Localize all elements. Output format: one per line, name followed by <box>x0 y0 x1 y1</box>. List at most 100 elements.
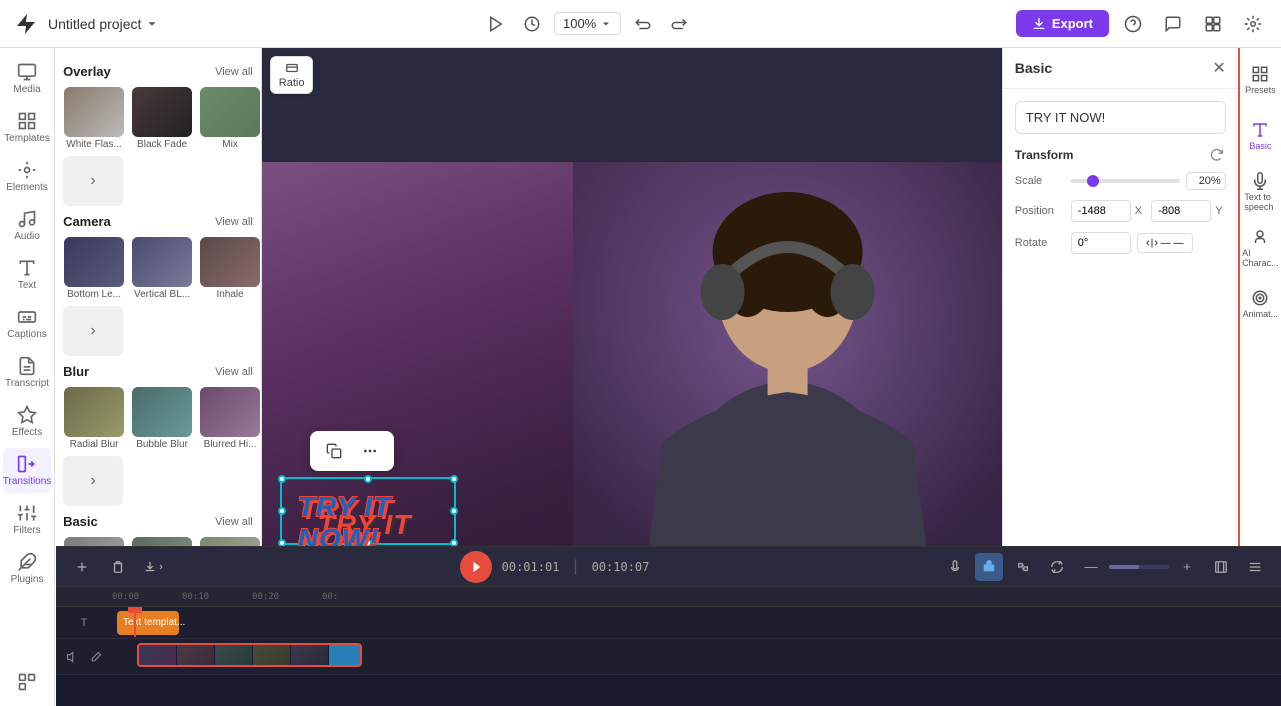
playback-controls: 100% <box>167 10 1007 38</box>
position-y-label: Y <box>1215 205 1222 217</box>
timeline-zoom-slider[interactable] <box>1109 565 1169 569</box>
overlay-view-all[interactable]: View all <box>215 66 253 78</box>
sidebar-item-plugins[interactable]: Plugins <box>3 546 51 591</box>
sidebar-item-text[interactable]: Text <box>3 252 51 297</box>
split-button[interactable] <box>1241 553 1269 581</box>
camera-grid: Bottom Le... Vertical BL... Inhale › <box>63 237 253 356</box>
sidebar-item-audio[interactable]: Audio <box>3 203 51 248</box>
sidebar-item-captions[interactable]: Captions <box>3 301 51 346</box>
loop-button[interactable] <box>1043 553 1071 581</box>
video-track-clip[interactable] <box>137 643 362 667</box>
zoom-in-button[interactable]: + <box>1173 553 1201 581</box>
zoom-value: 100% <box>563 16 596 31</box>
text-to-speech-button[interactable]: Text to speech <box>1242 166 1278 218</box>
more-options-button[interactable] <box>356 437 384 465</box>
text-track-icon[interactable]: T <box>81 617 88 629</box>
redo-button[interactable] <box>665 10 693 38</box>
effect-black-fade[interactable]: Black Fade <box>131 87 193 150</box>
blur-title: Blur <box>63 364 89 379</box>
voice-button[interactable] <box>975 553 1003 581</box>
merge-button[interactable] <box>1009 553 1037 581</box>
text-track-clip[interactable]: Text templat... <box>117 611 179 635</box>
video-frame-3 <box>215 645 253 665</box>
effect-mix[interactable]: Mix <box>199 87 261 150</box>
fit-button[interactable] <box>1207 553 1235 581</box>
scale-slider[interactable] <box>1071 179 1180 183</box>
timer-button[interactable] <box>518 10 546 38</box>
basic-view-all[interactable]: View all <box>215 516 253 528</box>
effect-vertical-bl[interactable]: Vertical BL... <box>131 237 193 300</box>
blur-more[interactable]: › <box>63 456 123 506</box>
sidebar-item-transcript[interactable]: Transcript <box>3 350 51 395</box>
overlay-section-header: Overlay View all <box>63 64 253 79</box>
position-x-group: X <box>1071 200 1145 222</box>
timeline-add-button[interactable] <box>68 553 96 581</box>
play-pause-button[interactable] <box>482 10 510 38</box>
transform-reset-button[interactable] <box>1208 146 1226 164</box>
presets-button[interactable]: Presets <box>1242 54 1278 106</box>
video-frame-5 <box>291 645 329 665</box>
microphone-button[interactable] <box>941 553 969 581</box>
sidebar-item-media[interactable]: Media <box>3 56 51 101</box>
position-y-input[interactable] <box>1151 200 1211 222</box>
help-button[interactable] <box>1117 8 1149 40</box>
zoom-out-button[interactable]: — <box>1077 553 1105 581</box>
timeline-play-button[interactable] <box>460 551 492 583</box>
effect-bubble-blur[interactable]: Bubble Blur <box>131 387 193 450</box>
scale-value-input[interactable] <box>1186 172 1226 190</box>
volume-button[interactable] <box>62 647 82 667</box>
overlay-grid: White Flas... Black Fade Mix › <box>63 87 253 206</box>
effect-white-flash[interactable]: White Flas... <box>63 87 125 150</box>
sidebar-item-transitions[interactable]: Transitions <box>3 448 51 493</box>
text-element-border: TRY IT NOW! TRY IT NOW! <box>280 477 456 545</box>
ratio-button[interactable]: Ratio <box>270 56 314 94</box>
video-track-content <box>112 641 1281 673</box>
ruler-mark-1: 00:10 <box>182 592 252 602</box>
position-x-input[interactable] <box>1071 200 1131 222</box>
flip-button[interactable]: — — <box>1137 233 1193 253</box>
sidebar-item-filters[interactable]: Filters <box>3 497 51 542</box>
animate-button[interactable]: Animat... <box>1242 278 1278 330</box>
sidebar-item-templates[interactable]: Templates <box>3 105 51 150</box>
ai-character-button[interactable]: AI Charac... <box>1242 222 1278 274</box>
settings-button[interactable] <box>1237 8 1269 40</box>
timeline-delete-button[interactable] <box>104 553 132 581</box>
track-row-text: T Text templat... <box>56 607 1281 639</box>
effect-blurred[interactable]: Blurred Hi... <box>199 387 261 450</box>
playhead[interactable] <box>134 609 136 637</box>
effect-bottom-left[interactable]: Bottom Le... <box>63 237 125 300</box>
zoom-control[interactable]: 100% <box>554 12 621 35</box>
right-panel-header: Basic ✕ <box>1003 48 1238 89</box>
export-button[interactable]: Export <box>1016 10 1109 37</box>
camera-more[interactable]: › <box>63 306 123 356</box>
copy-style-button[interactable] <box>320 437 348 465</box>
camera-view-all[interactable]: View all <box>215 216 253 228</box>
text-element-container[interactable]: TRY IT NOW! TRY IT NOW! <box>280 477 456 545</box>
share-button[interactable] <box>1197 8 1229 40</box>
text-input-field[interactable] <box>1015 101 1226 134</box>
overlay-more[interactable]: › <box>63 156 123 206</box>
edit-track-button[interactable] <box>86 647 106 667</box>
blur-view-all[interactable]: View all <box>215 366 253 378</box>
handle-left-mid[interactable] <box>278 507 286 515</box>
effect-inhale[interactable]: Inhale <box>199 237 261 300</box>
rotate-input[interactable] <box>1071 232 1131 254</box>
handle-top-left[interactable] <box>278 475 286 483</box>
right-panel-close-button[interactable]: ✕ <box>1212 58 1225 78</box>
sidebar-item-effects[interactable]: Effects <box>3 399 51 444</box>
comments-button[interactable] <box>1157 8 1189 40</box>
video-frame-4 <box>253 645 291 665</box>
basic-tab-button[interactable]: Basic <box>1242 110 1278 162</box>
timeline-download-button[interactable] <box>140 553 168 581</box>
handle-top-right[interactable] <box>450 475 458 483</box>
sidebar-item-brand[interactable] <box>3 666 51 698</box>
blur-grid: Radial Blur Bubble Blur Blurred Hi... › <box>63 387 253 506</box>
effect-radial-blur[interactable]: Radial Blur <box>63 387 125 450</box>
undo-button[interactable] <box>629 10 657 38</box>
handle-right-mid[interactable] <box>450 507 458 515</box>
handle-top-mid[interactable] <box>364 475 372 483</box>
camera-title: Camera <box>63 214 111 229</box>
sidebar-item-elements[interactable]: Elements <box>3 154 51 199</box>
rotate-row: Rotate — — <box>1015 232 1226 254</box>
project-name-dropdown[interactable]: Untitled project <box>48 16 159 32</box>
